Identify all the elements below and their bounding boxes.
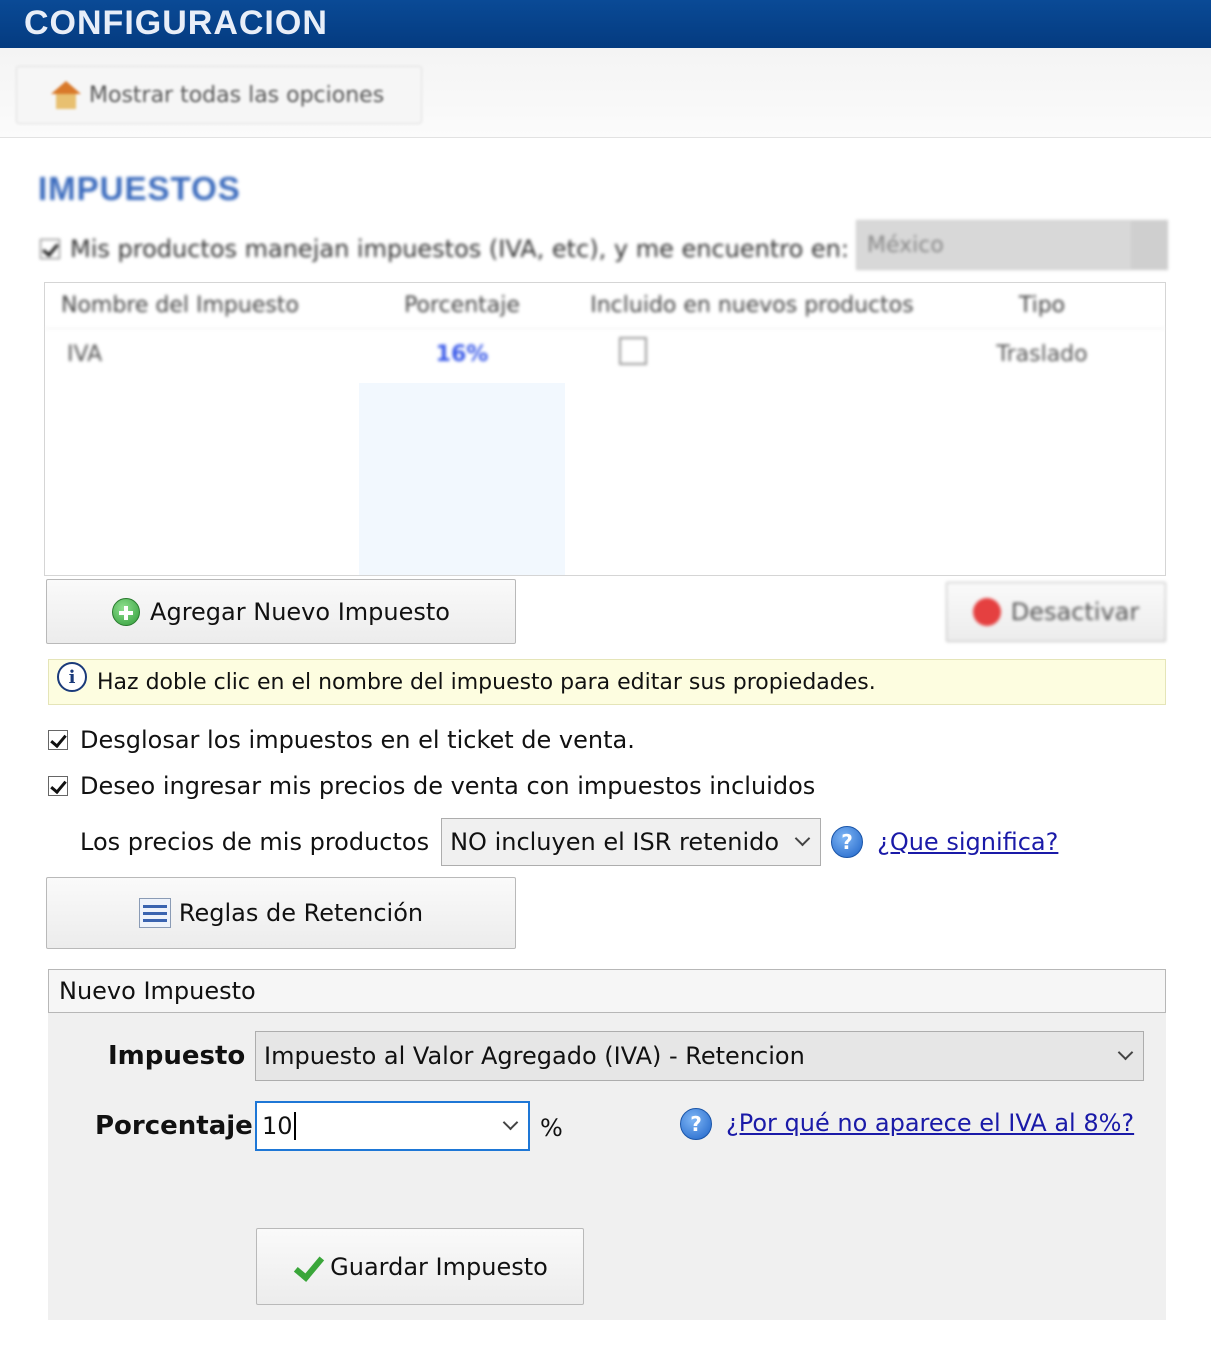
- section-title: IMPUESTOS: [38, 170, 241, 207]
- tax-table: Nombre del Impuesto Porcentaje Incluido …: [44, 282, 1166, 576]
- isr-select-value: NO incluyen el ISR retenido: [450, 828, 780, 856]
- window-title: CONFIGURACION: [0, 0, 1211, 48]
- tax-type-select-value: Impuesto al Valor Agregado (IVA) - Reten…: [264, 1042, 805, 1070]
- retention-rules-label: Reglas de Retención: [178, 899, 424, 927]
- new-tax-panel: Impuesto Impuesto al Valor Agregado (IVA…: [48, 1013, 1166, 1320]
- prices-row: Los precios de mis productos NO incluyen…: [80, 818, 1058, 866]
- show-all-options-label: Mostrar todas las opciones: [89, 82, 385, 108]
- country-value: México: [867, 232, 944, 258]
- tax-type-cell: Traslado: [996, 341, 1088, 367]
- breakdown-option: Desglosar los impuestos en el ticket de …: [48, 726, 635, 754]
- add-icon: [112, 597, 141, 626]
- tax-name-cell[interactable]: IVA: [45, 342, 359, 367]
- chevron-down-icon: [794, 830, 811, 847]
- rules-icon: [138, 898, 171, 928]
- prices-label: Los precios de mis productos: [80, 828, 430, 856]
- stop-icon: [972, 598, 1001, 626]
- taxes-enabled-label: Mis productos manejan impuestos (IVA, et…: [70, 235, 849, 263]
- col-included[interactable]: Incluido en nuevos productos: [565, 293, 939, 318]
- prices-with-taxes-option: Deseo ingresar mis precios de venta con …: [48, 772, 815, 800]
- col-percent[interactable]: Porcentaje: [359, 293, 565, 318]
- retention-rules-button[interactable]: Reglas de Retención: [46, 877, 516, 949]
- tax-included-cell: [565, 337, 939, 371]
- isr-select[interactable]: NO incluyen el ISR retenido: [441, 818, 822, 866]
- toolbar: Mostrar todas las opciones: [0, 48, 1211, 138]
- included-checkbox[interactable]: [619, 337, 647, 365]
- what-means-link[interactable]: ¿Que significa?: [877, 828, 1058, 856]
- prices-with-taxes-checkbox[interactable]: [48, 776, 68, 796]
- country-select[interactable]: México: [856, 220, 1168, 270]
- checkmark-icon: [292, 1252, 322, 1282]
- hint-text: Haz doble clic en el nombre del impuesto…: [97, 669, 876, 695]
- tax-field-label: Impuesto: [108, 1041, 246, 1071]
- percent-field-label: Porcentaje: [95, 1111, 253, 1141]
- home-icon: [51, 81, 81, 109]
- help-icon[interactable]: ?: [680, 1108, 712, 1140]
- help-icon[interactable]: ?: [831, 826, 864, 858]
- col-type[interactable]: Tipo: [939, 293, 1145, 318]
- chevron-down-icon: [502, 1114, 519, 1131]
- save-tax-label: Guardar Impuesto: [330, 1252, 548, 1281]
- deactivate-button[interactable]: Desactivar: [946, 582, 1166, 642]
- percent-unit: %: [540, 1114, 563, 1142]
- breakdown-checkbox[interactable]: [48, 730, 68, 750]
- text-caret: [293, 1112, 296, 1140]
- show-all-options-button[interactable]: Mostrar todas las opciones: [16, 66, 422, 124]
- breakdown-label: Desglosar los impuestos en el ticket de …: [80, 726, 635, 754]
- chevron-down-icon: [1131, 221, 1167, 269]
- percent-input-value: 10: [262, 1112, 293, 1140]
- prices-with-taxes-label: Deseo ingresar mis precios de venta con …: [80, 772, 816, 800]
- tax-type-select[interactable]: Impuesto al Valor Agregado (IVA) - Reten…: [255, 1031, 1144, 1081]
- table-row[interactable]: IVA 16% Traslado: [45, 329, 1165, 379]
- taxes-enabled-checkbox[interactable]: [40, 239, 60, 259]
- add-tax-button[interactable]: Agregar Nuevo Impuesto: [46, 579, 516, 644]
- save-tax-button[interactable]: Guardar Impuesto: [256, 1228, 584, 1305]
- taxes-toggle-row: Mis productos manejan impuestos (IVA, et…: [40, 220, 1168, 270]
- deactivate-label: Desactivar: [1010, 598, 1140, 626]
- iva-8-help-link[interactable]: ¿Por qué no aparece el IVA al 8%?: [726, 1109, 1134, 1137]
- add-tax-label: Agregar Nuevo Impuesto: [150, 597, 450, 626]
- percent-input[interactable]: 10: [255, 1101, 530, 1151]
- col-name[interactable]: Nombre del Impuesto: [45, 293, 359, 318]
- info-icon: i: [57, 662, 87, 692]
- hint-bar: i Haz doble clic en el nombre del impues…: [48, 659, 1166, 705]
- tax-table-header: Nombre del Impuesto Porcentaje Incluido …: [45, 283, 1165, 329]
- chevron-down-icon: [1117, 1044, 1134, 1061]
- new-tax-header: Nuevo Impuesto: [48, 969, 1166, 1013]
- tax-percent-cell: 16%: [435, 341, 489, 367]
